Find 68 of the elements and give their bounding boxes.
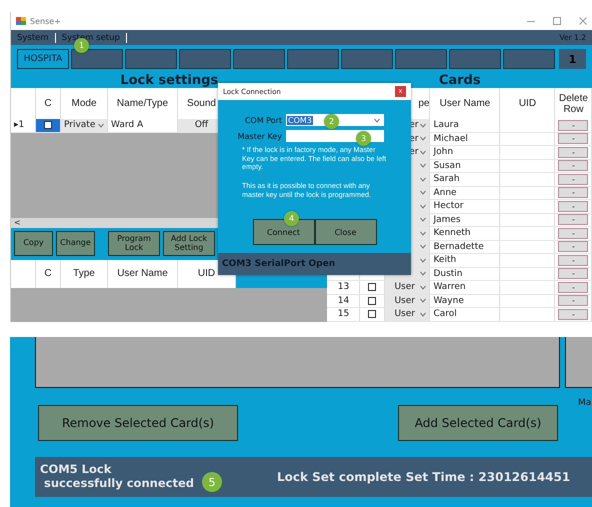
delete-row-button[interactable]: -: [558, 254, 588, 266]
checkbox[interactable]: [368, 296, 376, 305]
close-icon[interactable]: [579, 17, 587, 25]
delete-row-button[interactable]: -: [558, 241, 588, 252]
dialog-button[interactable]: Close: [314, 219, 376, 245]
page-number: 1: [559, 49, 586, 69]
connection-status: COM5 Lock successfully connected: [40, 463, 194, 491]
caret-icon: [420, 150, 426, 155]
caret-icon: [420, 176, 426, 182]
delete-row-button[interactable]: -: [558, 214, 588, 226]
dialog-status: COM3 SerialPort Open: [218, 253, 411, 275]
delete-row-button[interactable]: -: [558, 187, 588, 198]
panel-heading: Cards: [438, 73, 482, 88]
mode-dropdown[interactable]: Private: [61, 119, 108, 132]
action-button[interactable]: Add Lock Setting: [163, 231, 215, 256]
checkbox[interactable]: [368, 310, 376, 318]
action-button[interactable]: Program Lock: [108, 231, 160, 256]
type-dropdown[interactable]: User: [385, 281, 430, 294]
panel-heading: Lock settings: [119, 73, 220, 88]
master-key-field[interactable]: [286, 130, 384, 142]
type-dropdown[interactable]: User: [385, 294, 430, 307]
type-dropdown[interactable]: User: [385, 308, 430, 320]
caret-icon: [420, 190, 426, 196]
caret-icon: [420, 271, 426, 276]
row-marker: ▸1: [11, 119, 36, 132]
step-badge: 5: [202, 472, 222, 492]
caret-icon: [420, 298, 426, 304]
delete-row-button[interactable]: -: [558, 308, 588, 320]
maximize-icon[interactable]: [553, 17, 561, 25]
delete-row-button[interactable]: -: [558, 268, 588, 280]
caret-icon: [420, 204, 426, 209]
side-label: Ma: [578, 398, 592, 408]
caret-icon: [374, 118, 380, 122]
caret-icon: [420, 312, 426, 317]
window-title: Sense+: [30, 16, 61, 26]
action-button[interactable]: Change: [56, 231, 95, 256]
tab[interactable]: HOSPITA: [17, 49, 69, 69]
delete-row-button[interactable]: -: [558, 174, 588, 185]
checkbox[interactable]: [368, 283, 376, 292]
table-cell: Ward A: [108, 119, 178, 132]
caret-icon: [420, 217, 426, 222]
caret-icon: [420, 284, 426, 290]
caret-icon: [420, 244, 426, 250]
delete-row-button[interactable]: -: [558, 295, 588, 306]
action-button[interactable]: Copy: [14, 231, 53, 256]
delete-row-button[interactable]: -: [558, 133, 588, 144]
caret-icon: [420, 136, 426, 142]
checkbox[interactable]: [44, 121, 52, 130]
delete-row-button[interactable]: -: [558, 282, 588, 293]
caret-icon: [98, 122, 104, 128]
field-label: Master Key: [236, 132, 282, 140]
status-message: Lock Set complete Set Time : 23012614451: [276, 470, 570, 484]
app-icon: [16, 16, 26, 26]
table-cell: James: [430, 214, 500, 226]
remove-cards-button[interactable]: Remove Selected Card(s): [38, 405, 238, 441]
delete-row-button[interactable]: -: [558, 160, 588, 172]
delete-row-button[interactable]: -: [558, 120, 588, 131]
caret-icon: [420, 258, 426, 263]
caret-icon: [420, 163, 426, 168]
tab[interactable]: [71, 49, 123, 69]
add-cards-button[interactable]: Add Selected Card(s): [398, 405, 558, 441]
caret-icon: [420, 122, 426, 128]
caret-icon: [420, 230, 426, 236]
delete-row-button[interactable]: -: [558, 228, 588, 239]
field-label: COM Port: [244, 116, 282, 124]
delete-row-button[interactable]: -: [558, 146, 588, 158]
table-cell: John: [430, 146, 500, 158]
delete-row-button[interactable]: -: [558, 200, 588, 212]
